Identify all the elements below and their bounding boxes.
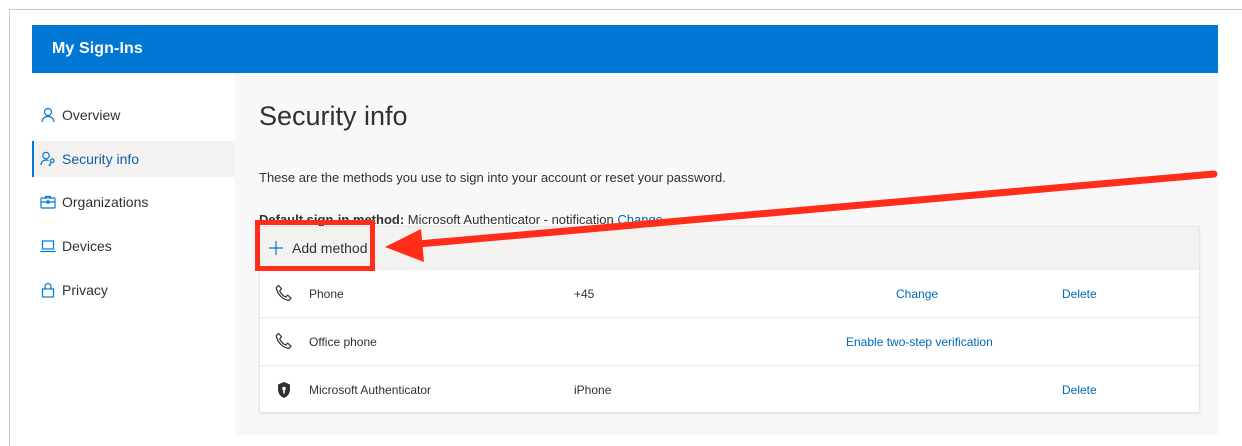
method-name: Phone bbox=[309, 287, 344, 301]
sidebar: Overview Security info Organizations Dev… bbox=[32, 73, 235, 435]
default-sign-in-method: Default sign-in method: Microsoft Authen… bbox=[259, 212, 663, 227]
phone-icon bbox=[274, 332, 294, 352]
method-detail: +45 bbox=[574, 287, 595, 301]
briefcase-icon bbox=[40, 194, 56, 210]
sidebar-item-overview[interactable]: Overview bbox=[32, 97, 235, 133]
person-key-icon bbox=[40, 151, 56, 167]
sidebar-item-label: Security info bbox=[62, 151, 140, 167]
default-method-label: Default sign-in method: bbox=[259, 212, 405, 227]
sidebar-item-privacy[interactable]: Privacy bbox=[32, 272, 235, 308]
authenticator-icon bbox=[274, 380, 294, 400]
enable-two-step-verification-link[interactable]: Enable two-step verification bbox=[846, 335, 993, 349]
change-default-method-link[interactable]: Change bbox=[617, 212, 663, 227]
page-subtitle: These are the methods you use to sign in… bbox=[259, 170, 726, 185]
phone-icon bbox=[274, 284, 294, 304]
page-title: Security info bbox=[259, 101, 408, 131]
sidebar-item-label: Privacy bbox=[62, 282, 108, 298]
methods-list: Add method Phone +45 Change Delete Offic… bbox=[259, 226, 1200, 413]
add-method-label: Add method bbox=[292, 240, 368, 256]
method-row-office-phone: Office phone Enable two-step verificatio… bbox=[260, 317, 1199, 365]
change-phone-link[interactable]: Change bbox=[896, 287, 938, 301]
add-method-button[interactable]: Add method bbox=[260, 227, 1199, 269]
laptop-icon bbox=[40, 238, 56, 254]
method-name: Office phone bbox=[309, 335, 377, 349]
sidebar-item-security-info[interactable]: Security info bbox=[32, 141, 235, 177]
sidebar-item-label: Organizations bbox=[62, 194, 149, 210]
top-bar: My Sign-Ins bbox=[32, 25, 1218, 73]
person-icon bbox=[40, 107, 56, 123]
app-title[interactable]: My Sign-Ins bbox=[52, 40, 143, 58]
app-window: My Sign-Ins Overview Security info Organ… bbox=[32, 25, 1218, 435]
delete-authenticator-link[interactable]: Delete bbox=[1062, 383, 1097, 397]
method-row-phone: Phone +45 Change Delete bbox=[260, 269, 1199, 317]
sidebar-item-label: Devices bbox=[62, 238, 112, 254]
lock-icon bbox=[40, 282, 56, 298]
method-detail: iPhone bbox=[574, 383, 612, 397]
sidebar-item-devices[interactable]: Devices bbox=[32, 228, 235, 264]
default-method-value: Microsoft Authenticator - notification bbox=[407, 212, 614, 227]
method-row-authenticator: Microsoft Authenticator iPhone Delete bbox=[260, 365, 1199, 413]
method-name: Microsoft Authenticator bbox=[309, 383, 432, 397]
plus-icon bbox=[268, 240, 284, 256]
sidebar-item-label: Overview bbox=[62, 107, 121, 123]
main-content: Security info These are the methods you … bbox=[235, 73, 1218, 435]
delete-phone-link[interactable]: Delete bbox=[1062, 287, 1097, 301]
sidebar-item-organizations[interactable]: Organizations bbox=[32, 184, 235, 220]
